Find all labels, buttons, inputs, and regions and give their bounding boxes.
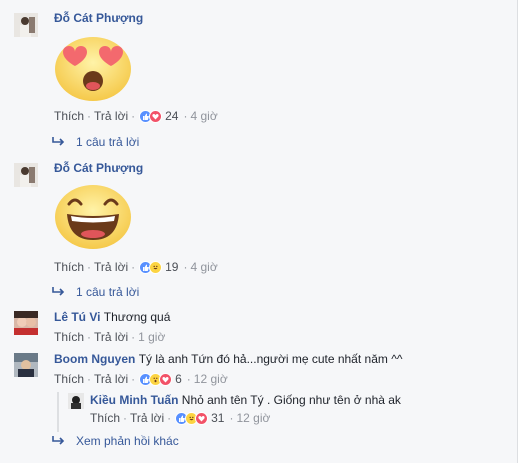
- reply-button[interactable]: Trả lời: [94, 260, 128, 274]
- separator: ·: [131, 260, 136, 274]
- reply-button[interactable]: Trả lời: [94, 372, 128, 386]
- author-name[interactable]: Lê Tú Vi: [54, 310, 100, 324]
- timestamp[interactable]: 12 giờ: [194, 372, 228, 386]
- author-name[interactable]: Kiều Minh Tuấn: [90, 393, 178, 407]
- separator: ·: [186, 372, 191, 386]
- reply-thread-line: [57, 392, 59, 432]
- view-replies-link[interactable]: 1 câu trả lời: [52, 135, 139, 149]
- reaction-count[interactable]: 19: [165, 260, 178, 274]
- like-button[interactable]: Thích: [54, 109, 84, 123]
- comment-text: Tý là anh Tứn đó hả...người mẹ cute nhất…: [138, 352, 403, 366]
- love-reaction-icon: [149, 109, 163, 123]
- heart-eyes-emoji-icon: [53, 36, 133, 105]
- reaction-icons[interactable]: [139, 372, 173, 386]
- comment-author[interactable]: Đỗ Cát Phượng: [54, 161, 143, 175]
- reaction-count[interactable]: 31: [211, 411, 224, 425]
- reaction-count[interactable]: 24: [165, 109, 178, 123]
- comment-author[interactable]: Đỗ Cát Phượng: [54, 11, 143, 25]
- reaction-count[interactable]: 6: [175, 372, 182, 386]
- reply-actions: Thích · Trả lời · 31 · 12 giờ: [90, 411, 270, 425]
- love-reaction-icon: [195, 411, 209, 425]
- reply-text: Nhỏ anh tên Tý . Giống như tên ở nhà ak: [181, 393, 401, 407]
- reply-arrow-icon: [52, 434, 65, 448]
- reply-button[interactable]: Trả lời: [94, 109, 128, 123]
- view-replies-link[interactable]: 1 câu trả lời: [52, 285, 139, 299]
- comment-actions: Thích · Trả lời · 19 · 4 giờ: [54, 260, 218, 274]
- separator: ·: [87, 372, 92, 386]
- laughing-emoji-icon: [53, 184, 133, 253]
- separator: ·: [183, 260, 188, 274]
- love-reaction-icon: [159, 372, 173, 386]
- reaction-icons[interactable]: [175, 411, 209, 425]
- timestamp[interactable]: 4 giờ: [190, 260, 217, 274]
- timestamp[interactable]: 1 giờ: [138, 330, 165, 344]
- more-replies-label: Xem phản hồi khác: [76, 434, 179, 448]
- author-name[interactable]: Boom Nguyen: [54, 352, 135, 366]
- reply-arrow-icon: [52, 135, 65, 149]
- comment-author: Boom Nguyen Tý là anh Tứn đó hả...người …: [54, 352, 402, 366]
- avatar[interactable]: [14, 311, 38, 335]
- reaction-icons[interactable]: [139, 109, 163, 123]
- separator: ·: [131, 109, 136, 123]
- reply-author: Kiều Minh Tuấn Nhỏ anh tên Tý . Giống nh…: [90, 393, 401, 407]
- separator: ·: [87, 109, 92, 123]
- replies-count-label: 1 câu trả lời: [76, 135, 140, 149]
- comment-actions: Thích · Trả lời · 6 · 12 giờ: [54, 372, 228, 386]
- reply-button[interactable]: Trả lời: [130, 411, 164, 425]
- separator: ·: [131, 372, 136, 386]
- separator: ·: [183, 109, 188, 123]
- comment-author: Lê Tú Vi Thương quá: [54, 310, 170, 324]
- separator: ·: [87, 260, 92, 274]
- replies-count-label: 1 câu trả lời: [76, 285, 140, 299]
- separator: ·: [123, 411, 128, 425]
- comment-actions: Thích · Trả lời · 24 · 4 giờ: [54, 109, 218, 123]
- view-more-replies-link[interactable]: Xem phản hồi khác: [52, 434, 179, 448]
- timestamp[interactable]: 4 giờ: [190, 109, 217, 123]
- separator: ·: [167, 411, 172, 425]
- reply-arrow-icon: [52, 285, 65, 299]
- avatar[interactable]: [14, 353, 38, 377]
- reaction-icons[interactable]: [139, 260, 163, 274]
- like-button[interactable]: Thích: [54, 330, 84, 344]
- like-button[interactable]: Thích: [54, 372, 84, 386]
- reply-button[interactable]: Trả lời: [94, 330, 128, 344]
- like-button[interactable]: Thích: [90, 411, 120, 425]
- timestamp[interactable]: 12 giờ: [236, 411, 270, 425]
- separator: ·: [87, 330, 92, 344]
- haha-reaction-icon: [149, 260, 163, 274]
- avatar[interactable]: [68, 393, 84, 409]
- like-button[interactable]: Thích: [54, 260, 84, 274]
- avatar[interactable]: [14, 163, 38, 187]
- comment-actions: Thích · Trả lời · 1 giờ: [54, 330, 165, 344]
- separator: ·: [131, 330, 136, 344]
- separator: ·: [229, 411, 234, 425]
- comment-text: Thương quá: [103, 310, 171, 324]
- avatar[interactable]: [14, 13, 38, 37]
